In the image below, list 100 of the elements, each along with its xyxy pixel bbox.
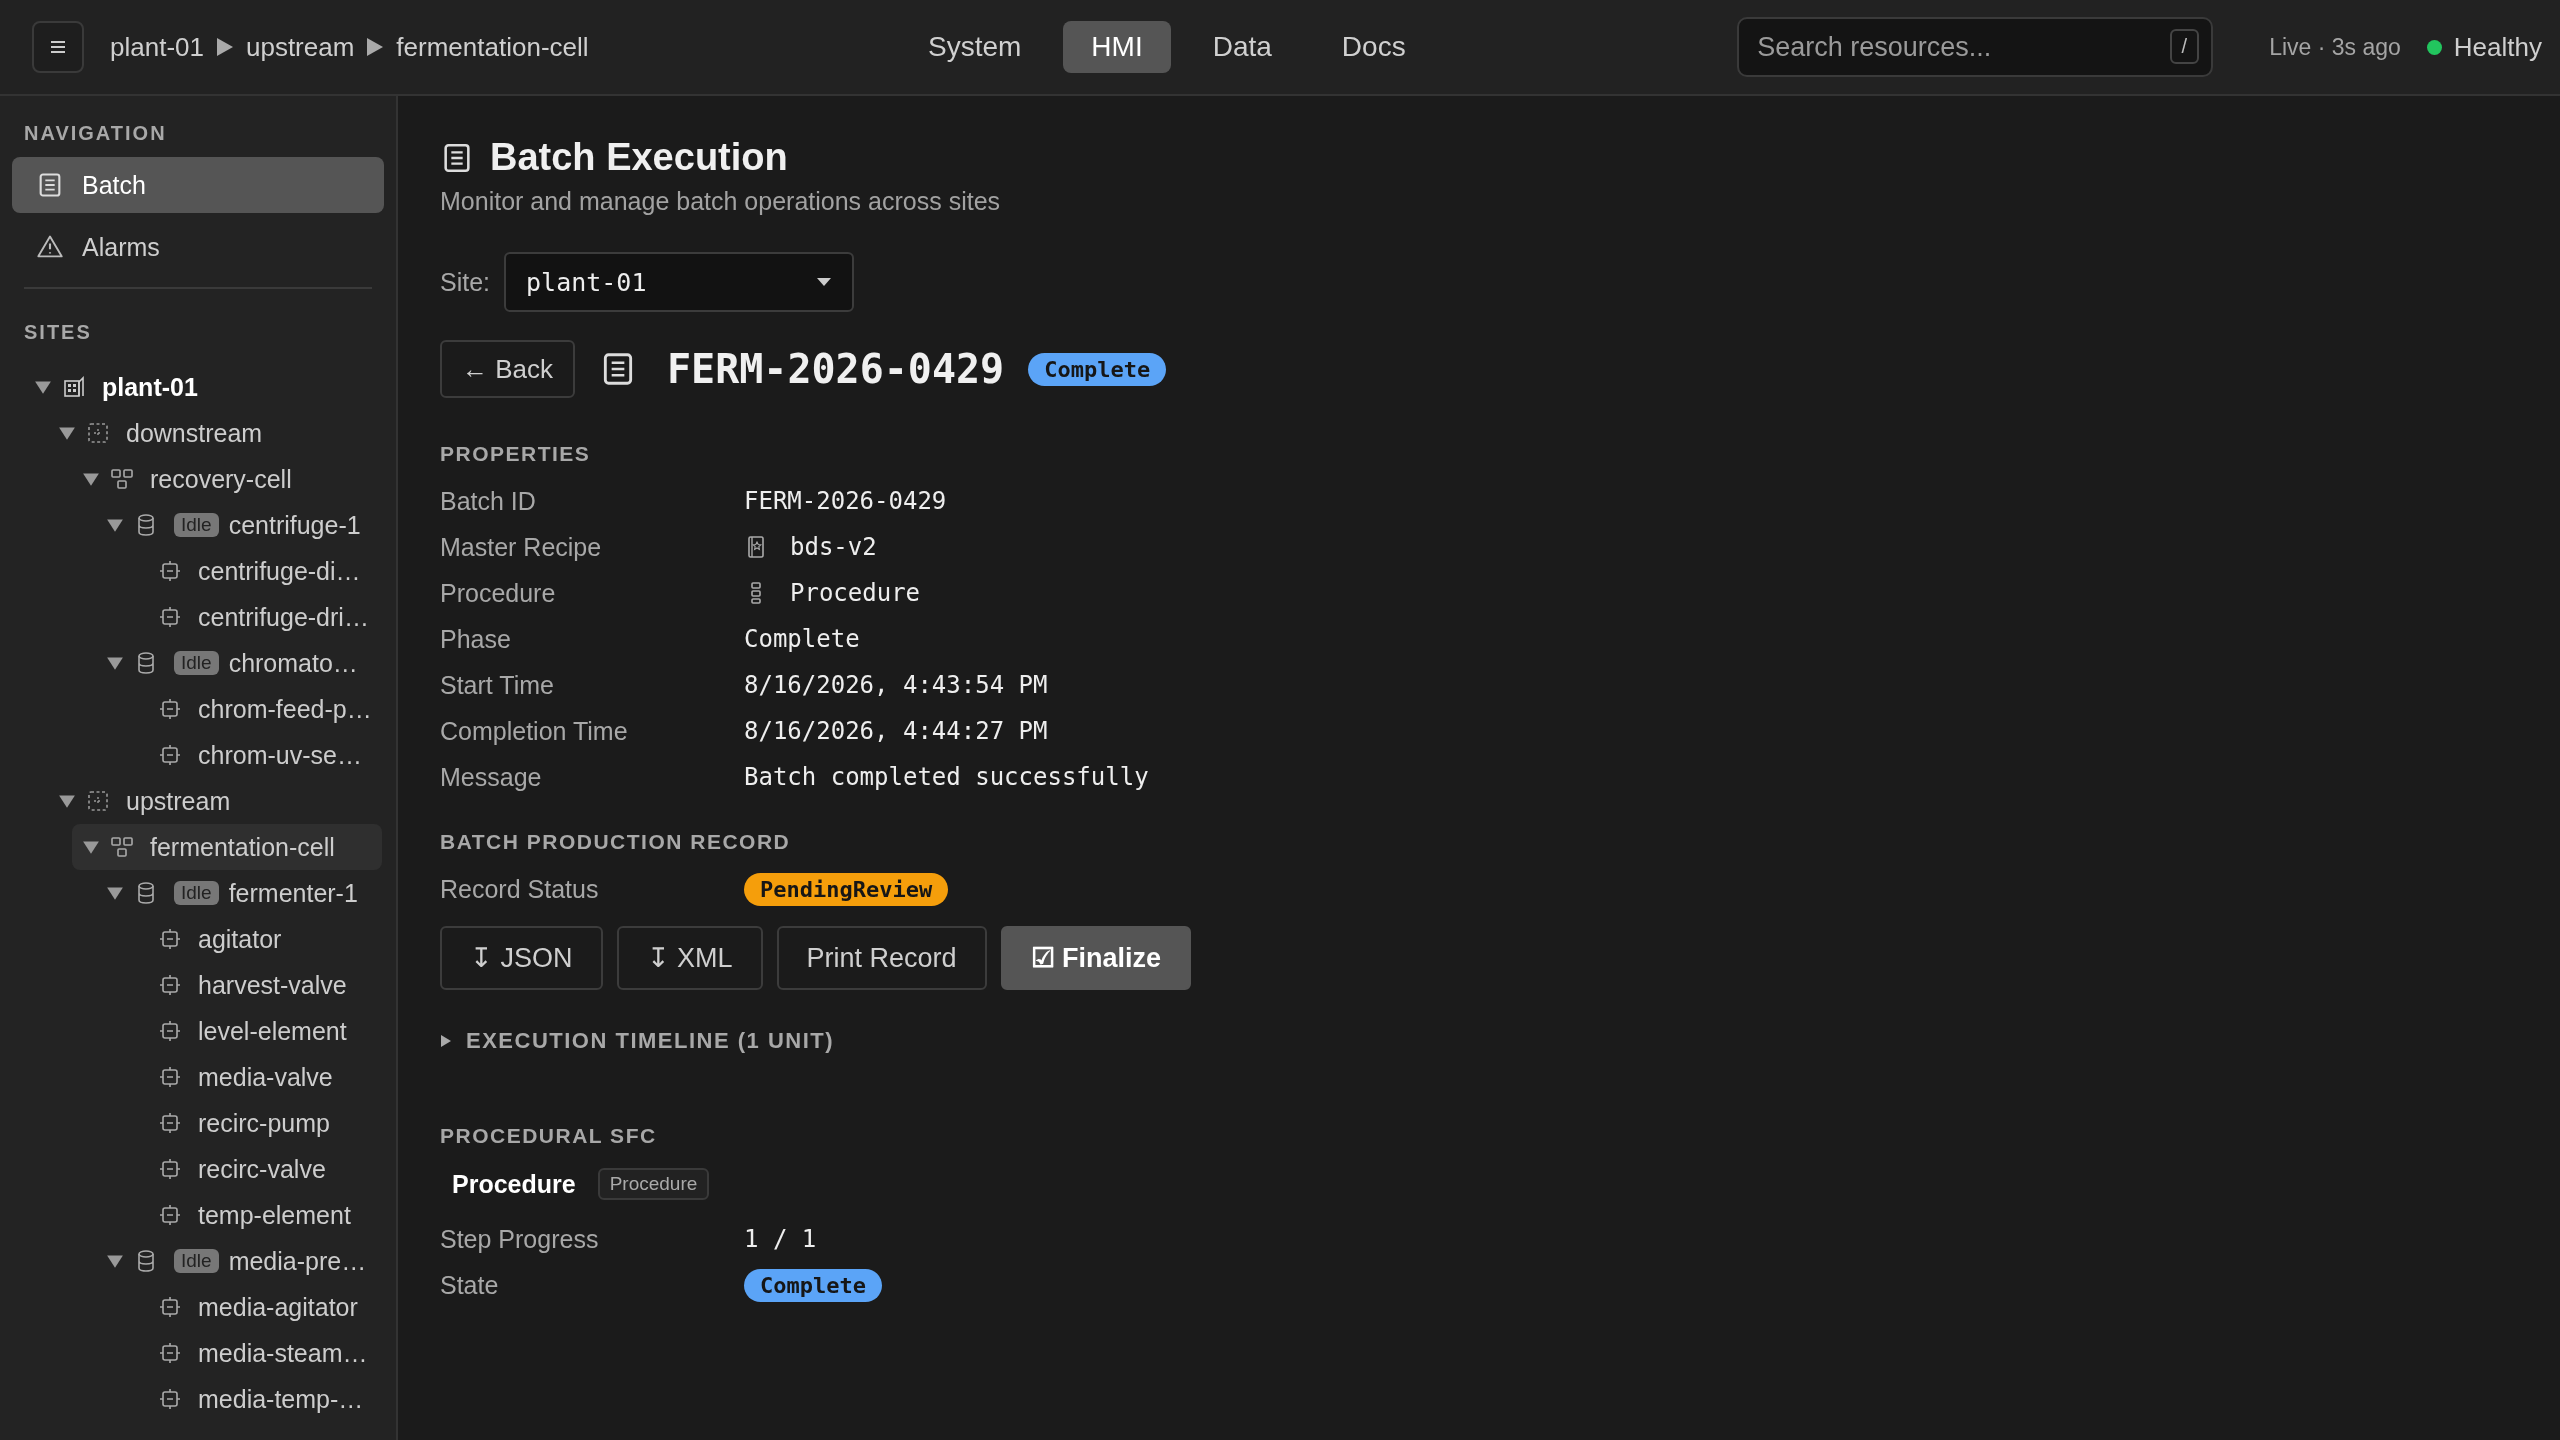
building-icon [62, 375, 86, 399]
module-icon [158, 1065, 182, 1089]
property-label: Step Progress [440, 1224, 600, 1254]
tree-item[interactable]: media-agitator [120, 1284, 366, 1330]
hierarchy-icon [110, 467, 134, 491]
module-icon [158, 743, 182, 767]
tree-item[interactable]: Idle fermenter-1 [96, 870, 366, 916]
page-title: Batch Execution [490, 136, 788, 179]
batch-id-heading: FERM-2026-0429 [667, 346, 1005, 392]
module-icon [158, 1387, 182, 1411]
status-badge: Idle [174, 513, 219, 537]
module-icon [158, 605, 182, 629]
nav-item[interactable]: Alarms [12, 219, 384, 275]
tree-item[interactable]: centrifuge-di… [120, 548, 369, 594]
section-title: PROPERTIES [440, 442, 592, 466]
action-button[interactable]: ↧ JSON [440, 926, 603, 990]
breadcrumb-item[interactable]: upstream [245, 31, 355, 63]
property-label: Batch ID [440, 486, 537, 516]
module-icon [158, 927, 182, 951]
property-label: Message [440, 762, 543, 792]
property-value: Complete [744, 625, 860, 653]
module-icon [158, 1111, 182, 1135]
status-badge: Complete [1028, 352, 1167, 386]
section-title: SITES [23, 321, 93, 344]
property-label: Procedure [440, 578, 557, 608]
tree-item[interactable]: harvest-valve [120, 962, 355, 1008]
tree-item[interactable]: recirc-pump [120, 1100, 338, 1146]
tree-item[interactable]: level-element [120, 1008, 355, 1054]
module-icon [158, 1341, 182, 1365]
tree-item[interactable]: Idle centrifuge-1 [96, 502, 369, 548]
property-value: Procedure [790, 579, 921, 607]
module-icon [158, 697, 182, 721]
status-badge: Complete [744, 1268, 882, 1302]
section-title: BATCH PRODUCTION RECORD [440, 830, 792, 854]
timeline-toggle[interactable]: EXECUTION TIMELINE (1 UNIT) [440, 1028, 835, 1054]
hierarchy-icon [110, 835, 134, 859]
procedure-name: Procedure [452, 1169, 576, 1199]
tree-item[interactable]: Idle chromato… [96, 640, 366, 686]
nav-tab[interactable]: HMI [1063, 21, 1171, 73]
status-badge: Idle [174, 651, 219, 675]
site-label: Site: [440, 267, 491, 297]
tree-item[interactable]: media-temp-… [120, 1376, 372, 1422]
breadcrumb-separator-icon [366, 37, 385, 57]
action-button[interactable]: Print Record [776, 926, 987, 990]
breadcrumb-item[interactable]: fermentation-cell [396, 31, 589, 63]
module-icon [158, 1203, 182, 1227]
tree-item[interactable]: centrifuge-dri… [120, 594, 377, 640]
back-button[interactable]: ← Back [440, 340, 576, 398]
nav-tab[interactable]: Data [1184, 21, 1300, 73]
tree-item[interactable]: media-steam… [120, 1330, 376, 1376]
tree-item[interactable]: plant-01 [24, 364, 206, 410]
breadcrumb-separator-icon [215, 37, 234, 57]
property-label: Phase [440, 624, 512, 654]
nav-tab[interactable]: System [900, 21, 1050, 73]
tree-item[interactable]: recovery-cell [72, 456, 300, 502]
property-value: bds-v2 [790, 533, 877, 561]
page-subtitle: Monitor and manage batch operations across sites [440, 187, 1002, 216]
tree-item[interactable]: Idle media-pre… [96, 1238, 375, 1284]
tree-item[interactable]: fermentation-cell [72, 824, 382, 870]
property-value: 1 / 1 [744, 1225, 817, 1253]
nav-tab[interactable]: Docs [1313, 21, 1434, 73]
health-status: Healthy [2453, 31, 2542, 63]
property-value: FERM-2026-0429 [744, 487, 947, 515]
tree-item[interactable]: recirc-valve [120, 1146, 334, 1192]
tree-item[interactable]: temp-element [120, 1192, 359, 1238]
module-icon [158, 973, 182, 997]
tree-item[interactable]: downstream [48, 410, 271, 456]
property-label: Start Time [440, 670, 555, 700]
tree-item[interactable]: agitator [120, 916, 290, 962]
site-dropdown[interactable]: plant-01 [504, 252, 855, 312]
property-label: Master Recipe [440, 532, 603, 562]
action-button[interactable]: ☑ Finalize [1000, 926, 1192, 990]
tree-item[interactable]: chrom-uv-se… [120, 732, 370, 778]
menu-button[interactable] [32, 21, 84, 73]
module-icon [158, 1157, 182, 1181]
property-label: State [440, 1270, 500, 1300]
dashed-square-icon [86, 421, 110, 445]
module-icon [158, 559, 182, 583]
module-icon [158, 1019, 182, 1043]
live-status: Live · 3s ago [2269, 33, 2401, 61]
section-title: NAVIGATION [23, 122, 168, 145]
status-badge: Idle [174, 1249, 219, 1273]
expand-arrow-icon [440, 1034, 452, 1048]
property-value: 8/16/2026, 4:44:27 PM [744, 717, 1048, 745]
section-title: PROCEDURAL SFC [440, 1124, 658, 1148]
property-label: Completion Time [440, 716, 629, 746]
property-value: Batch completed successfully [744, 763, 1149, 791]
action-button[interactable]: ↧ XML [616, 926, 763, 990]
shortcut-key: / [2169, 29, 2200, 64]
module-icon [158, 1295, 182, 1319]
caret-icon [816, 277, 833, 287]
type-tag: Procedure [597, 1168, 710, 1200]
tree-item[interactable]: media-valve [120, 1054, 341, 1100]
status-badge: PendingReview [744, 872, 949, 906]
nav-item[interactable]: Batch [12, 157, 384, 213]
tree-item[interactable]: chrom-feed-p… [120, 686, 380, 732]
breadcrumb-item[interactable]: plant-01 [110, 31, 204, 63]
tree-item[interactable]: upstream [48, 778, 239, 824]
property-label: Record Status [440, 874, 600, 904]
dashed-square-icon [86, 789, 110, 813]
